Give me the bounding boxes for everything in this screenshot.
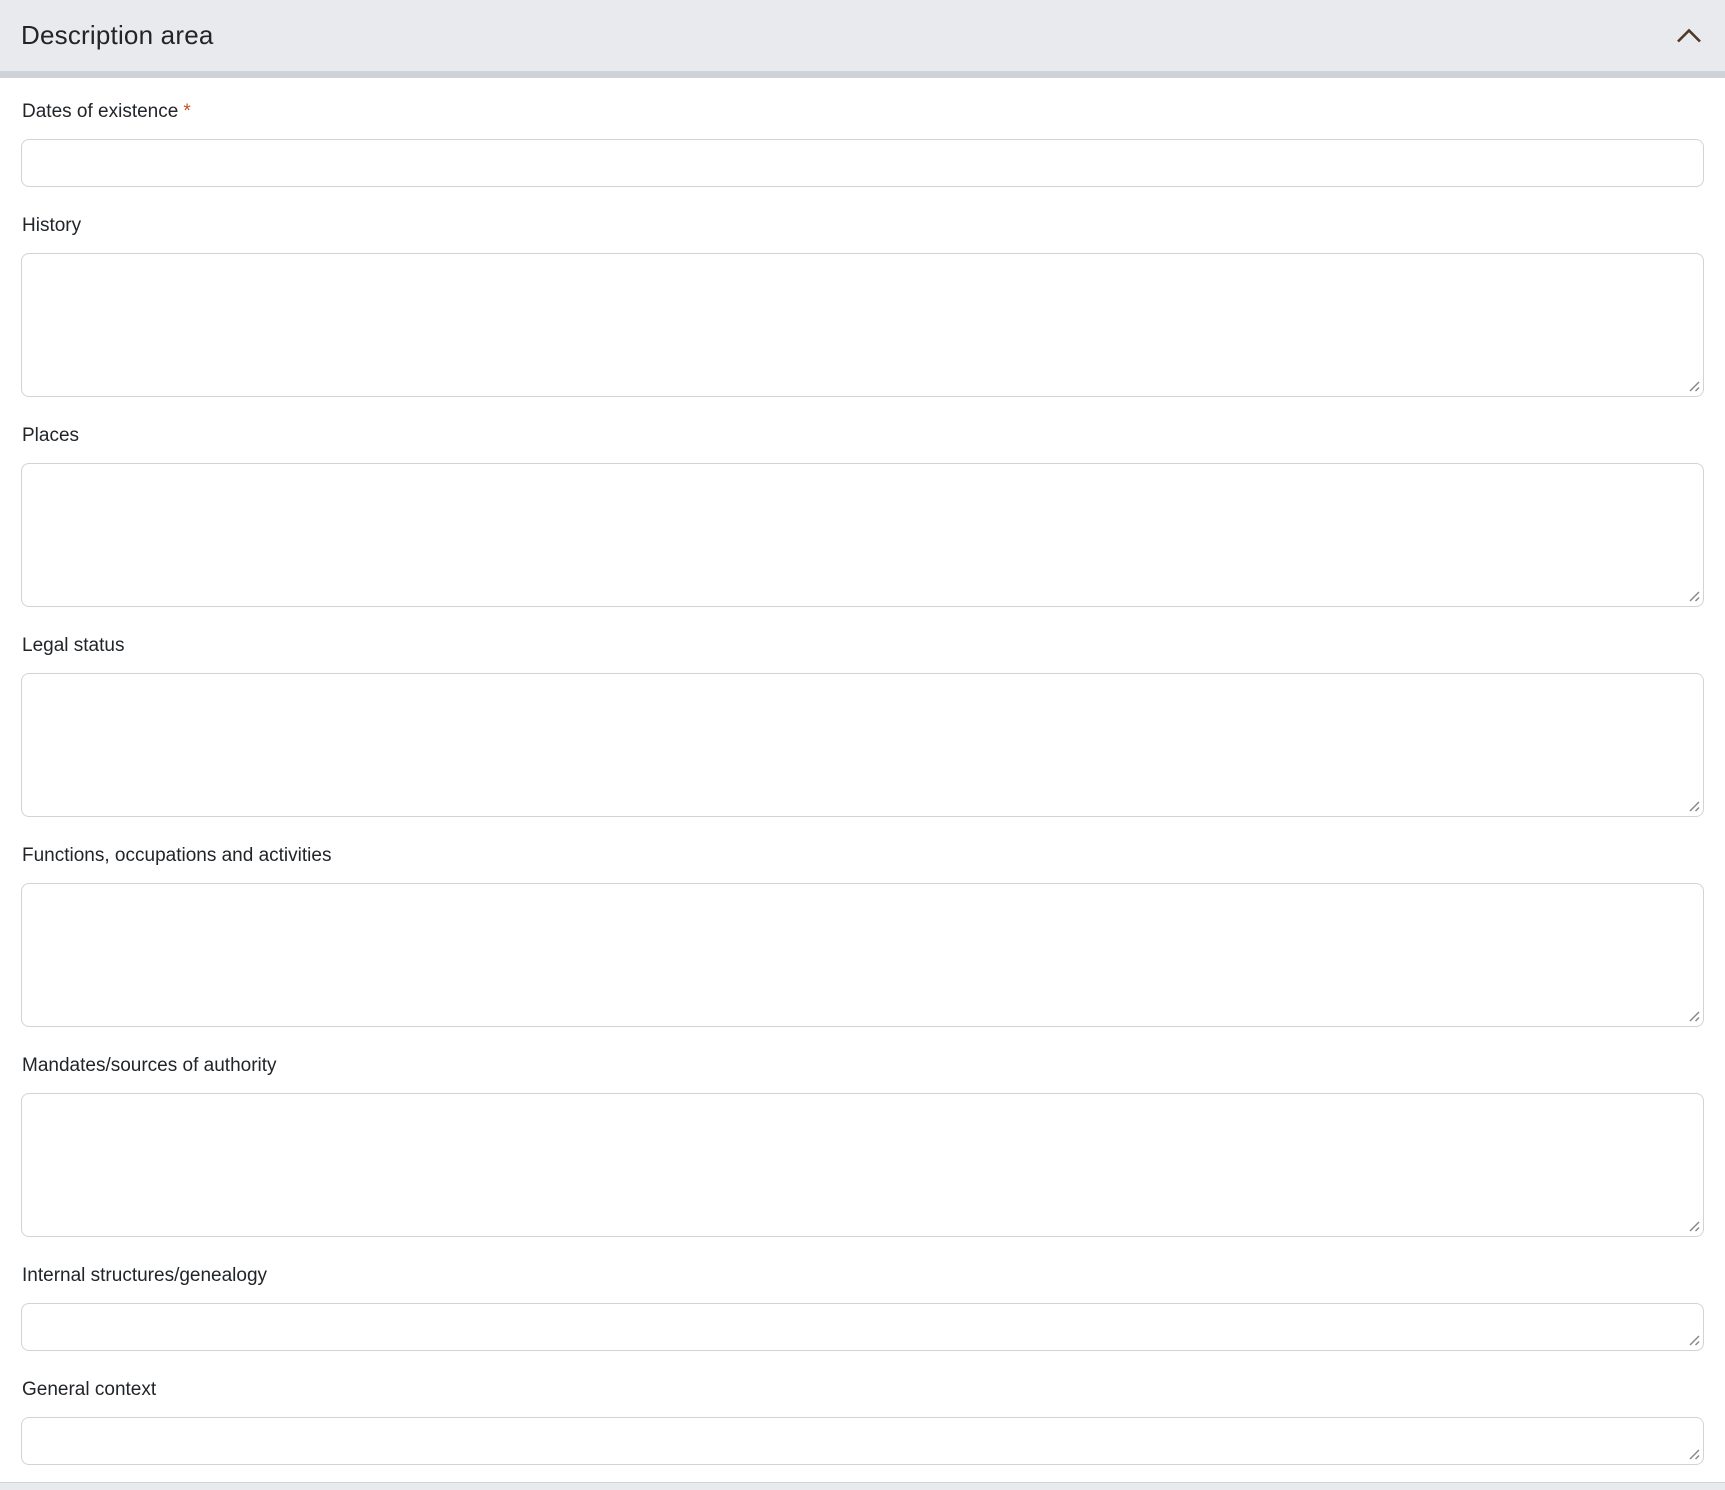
resize-handle-icon[interactable] xyxy=(1687,1009,1701,1023)
mandates-sources-of-authority-label: Mandates/sources of authority xyxy=(22,1054,1704,1078)
next-section-edge xyxy=(0,1482,1725,1490)
required-asterisk: * xyxy=(183,101,190,122)
chevron-up-icon xyxy=(1676,27,1702,44)
functions-occupations-activities-label: Functions, occupations and activities xyxy=(22,844,1704,868)
field-group-functions-occupations-activities: Functions, occupations and activities xyxy=(21,844,1704,1027)
legal-status-label: Legal status xyxy=(22,634,1704,658)
history-textarea[interactable] xyxy=(21,253,1704,397)
field-group-general-context: General context xyxy=(21,1378,1704,1465)
section-title: Description area xyxy=(21,20,214,51)
field-group-history: History xyxy=(21,214,1704,397)
description-area-form: Dates of existence* History Places Legal… xyxy=(0,78,1725,1465)
description-area-accordion-header[interactable]: Description area xyxy=(0,0,1725,71)
internal-structures-genealogy-textarea[interactable] xyxy=(21,1303,1704,1351)
field-group-internal-structures-genealogy: Internal structures/genealogy xyxy=(21,1264,1704,1351)
resize-handle-icon[interactable] xyxy=(1687,1447,1701,1461)
places-label: Places xyxy=(22,424,1704,448)
resize-handle-icon[interactable] xyxy=(1687,589,1701,603)
general-context-label: General context xyxy=(22,1378,1704,1402)
dates-of-existence-input[interactable] xyxy=(21,139,1704,187)
field-group-mandates-sources-of-authority: Mandates/sources of authority xyxy=(21,1054,1704,1237)
mandates-sources-of-authority-textarea[interactable] xyxy=(21,1093,1704,1237)
functions-occupations-activities-textarea[interactable] xyxy=(21,883,1704,1027)
dates-of-existence-label-text: Dates of existence xyxy=(22,101,178,122)
field-group-legal-status: Legal status xyxy=(21,634,1704,817)
field-group-dates-of-existence: Dates of existence* xyxy=(21,100,1704,187)
internal-structures-genealogy-label: Internal structures/genealogy xyxy=(22,1264,1704,1288)
dates-of-existence-label: Dates of existence* xyxy=(22,100,1704,124)
resize-handle-icon[interactable] xyxy=(1687,799,1701,813)
places-textarea[interactable] xyxy=(21,463,1704,607)
header-bottom-strip xyxy=(0,71,1725,78)
resize-handle-icon[interactable] xyxy=(1687,379,1701,393)
field-group-places: Places xyxy=(21,424,1704,607)
resize-handle-icon[interactable] xyxy=(1687,1333,1701,1347)
general-context-textarea[interactable] xyxy=(21,1417,1704,1465)
resize-handle-icon[interactable] xyxy=(1687,1219,1701,1233)
history-label: History xyxy=(22,214,1704,238)
legal-status-textarea[interactable] xyxy=(21,673,1704,817)
